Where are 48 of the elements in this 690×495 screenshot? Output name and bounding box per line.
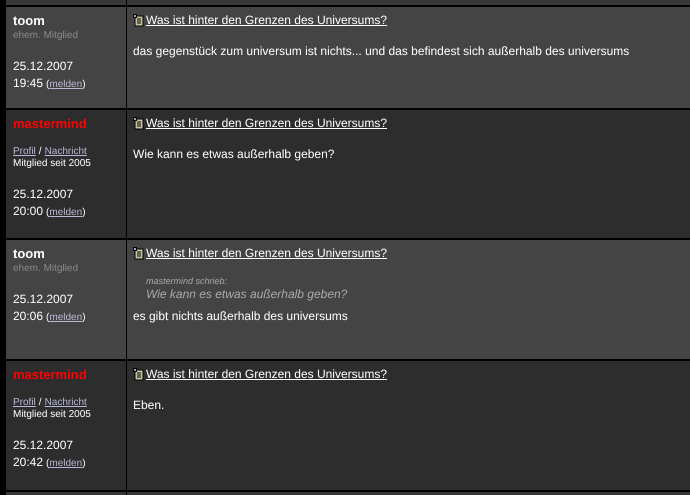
member-since: Mitglied seit 2005 xyxy=(13,158,92,170)
member-since: Mitglied seit 2005 xyxy=(13,409,92,421)
separator: / xyxy=(38,397,42,409)
post-body: Eben. xyxy=(133,397,166,413)
profile-link[interactable]: Profil xyxy=(13,146,36,158)
post-time: 20:42 xyxy=(13,454,44,471)
post-date: 25.12.2007 xyxy=(13,58,74,75)
author-name: mastermind xyxy=(13,116,88,132)
author-name: toom xyxy=(13,13,46,29)
post-subject-link[interactable]: Was ist hinter den Grenzen des Universums? xyxy=(146,12,387,28)
post-subject-link[interactable]: Was ist hinter den Grenzen des Universums? xyxy=(146,115,387,131)
report-link[interactable]: melden xyxy=(49,204,82,221)
member-status: ehem. Mitglied xyxy=(13,30,80,42)
document-icon xyxy=(133,368,144,380)
quote-author: mastermind schrieb: xyxy=(146,275,228,287)
message-link[interactable]: Nachricht xyxy=(44,397,87,409)
post-date: 25.12.2007 xyxy=(13,437,74,454)
post-time: 20:06 xyxy=(13,308,44,325)
document-icon xyxy=(133,14,144,26)
report-link[interactable]: melden xyxy=(49,455,82,472)
post-date: 25.12.2007 xyxy=(13,186,74,203)
profile-link[interactable]: Profil xyxy=(13,397,36,409)
report-link[interactable]: melden xyxy=(49,309,82,326)
document-icon xyxy=(133,116,144,130)
separator: / xyxy=(38,146,42,158)
paren: ) xyxy=(82,311,86,325)
post-subject-link[interactable]: Was ist hinter den Grenzen des Universums? xyxy=(146,245,387,261)
post-body: das gegenstück zum universum ist nichts... und das befindest sich außerhalb des universums xyxy=(133,43,630,59)
paren: ) xyxy=(82,457,86,471)
paren: ) xyxy=(82,206,86,220)
post-date: 25.12.2007 xyxy=(13,291,74,308)
message-link[interactable]: Nachricht xyxy=(44,146,87,158)
quote-text: Wie kann es etwas außerhalb geben? xyxy=(146,287,348,302)
author-name: mastermind xyxy=(13,367,88,383)
post-subject-link[interactable]: Was ist hinter den Grenzen des Universums? xyxy=(146,366,387,382)
report-link[interactable]: melden xyxy=(49,76,82,93)
paren: ( xyxy=(46,206,50,220)
post-body: es gibt nichts außerhalb des universums xyxy=(133,308,349,324)
author-name: toom xyxy=(13,246,46,262)
paren: ) xyxy=(82,78,86,92)
post-time: 20:00 xyxy=(13,203,44,220)
paren: ( xyxy=(46,311,50,325)
paren: ( xyxy=(46,457,50,471)
document-icon xyxy=(133,246,144,260)
post-time: 19:45 xyxy=(13,75,44,92)
post-body: Wie kann es etwas außerhalb geben? xyxy=(133,146,336,162)
paren: ( xyxy=(46,78,50,92)
member-status: ehem. Mitglied xyxy=(13,263,80,275)
